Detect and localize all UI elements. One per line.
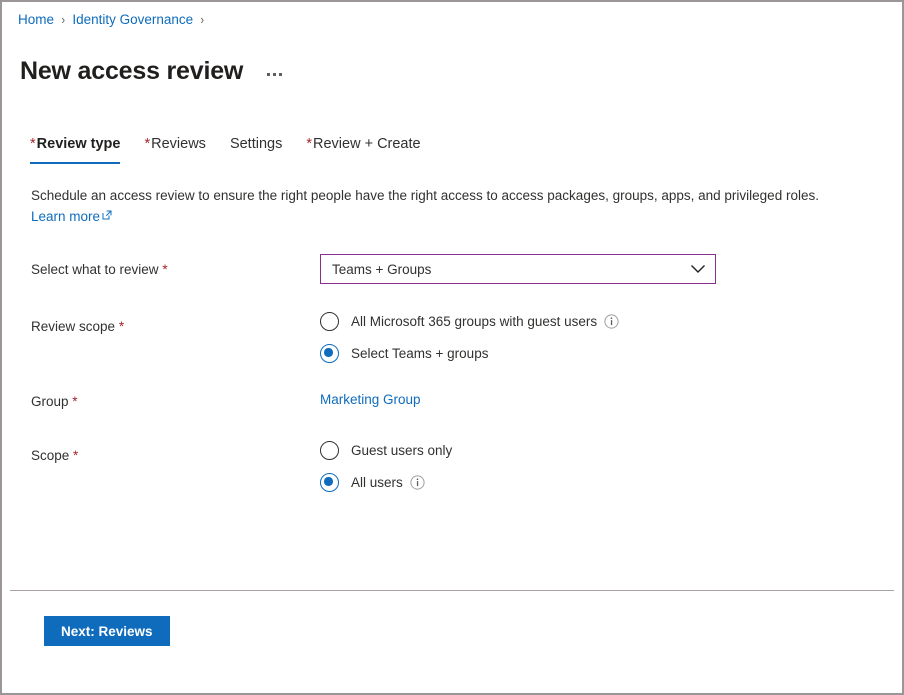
radio-label: All users — [351, 475, 403, 490]
description-block: Schedule an access review to ensure the … — [31, 185, 891, 227]
field-label: Group * — [31, 389, 320, 411]
dot — [273, 73, 276, 76]
breadcrumb: Home › Identity Governance › — [18, 11, 212, 29]
select-what-to-review-dropdown[interactable]: Teams + Groups — [320, 254, 716, 284]
title-row: New access review — [20, 40, 286, 103]
required-asterisk: * — [119, 319, 124, 334]
radio-all-users[interactable]: All users — [320, 473, 876, 492]
radio-select-teams-groups[interactable]: Select Teams + groups — [320, 344, 876, 363]
dot — [267, 73, 270, 76]
field-control: Guest users only All users — [320, 441, 876, 492]
field-scope: Scope * Guest users only All users — [31, 441, 876, 492]
review-type-form: Select what to review * Teams + Groups R… — [31, 257, 876, 492]
tab-label: Review + Create — [313, 136, 421, 152]
radio-indicator — [320, 312, 339, 331]
required-asterisk: * — [73, 448, 78, 463]
next-reviews-button[interactable]: Next: Reviews — [44, 616, 170, 646]
tab-label: Settings — [230, 136, 282, 152]
tab-review-create[interactable]: *Review + Create — [294, 136, 432, 164]
radio-guest-users-only[interactable]: Guest users only — [320, 441, 876, 460]
selected-value: Teams + Groups — [332, 262, 431, 277]
footer-divider — [10, 590, 894, 591]
required-asterisk: * — [306, 136, 312, 152]
wizard-tabs: *Review type *Reviews Settings *Review +… — [30, 136, 433, 164]
page-title: New access review — [20, 57, 243, 86]
selected-group-link[interactable]: Marketing Group — [320, 389, 421, 407]
radio-all-m365-groups-with-guest-users[interactable]: All Microsoft 365 groups with guest user… — [320, 312, 876, 331]
more-options-icon[interactable] — [263, 67, 286, 82]
info-icon[interactable] — [410, 475, 425, 490]
description-text: Schedule an access review to ensure the … — [31, 188, 819, 203]
field-select-what-to-review: Select what to review * Teams + Groups — [31, 257, 876, 284]
required-asterisk: * — [162, 262, 167, 277]
field-label: Scope * — [31, 441, 320, 465]
field-control: Marketing Group — [320, 389, 876, 409]
field-review-scope: Review scope * All Microsoft 365 groups … — [31, 312, 876, 363]
learn-more-link[interactable]: Learn more — [31, 206, 112, 227]
tab-review-type[interactable]: *Review type — [30, 136, 132, 164]
label-text: Scope — [31, 448, 69, 463]
required-asterisk: * — [72, 394, 77, 409]
radio-label: Select Teams + groups — [351, 346, 488, 361]
required-asterisk: * — [144, 136, 150, 152]
radio-label: Guest users only — [351, 443, 452, 458]
field-group: Group * Marketing Group — [31, 389, 876, 411]
tab-reviews[interactable]: *Reviews — [132, 136, 217, 164]
breadcrumb-item-identity-governance[interactable]: Identity Governance — [72, 11, 193, 29]
label-text: Review scope — [31, 319, 115, 334]
learn-more-label: Learn more — [31, 206, 100, 227]
tab-label: Reviews — [151, 136, 206, 152]
field-label: Review scope * — [31, 312, 320, 336]
field-control: Teams + Groups — [320, 257, 876, 284]
tab-label: Review type — [37, 136, 121, 152]
label-text: Select what to review — [31, 262, 159, 277]
breadcrumb-item-home[interactable]: Home — [18, 11, 54, 29]
tab-settings[interactable]: Settings — [218, 136, 294, 164]
label-text: Group — [31, 394, 69, 409]
radio-indicator — [320, 441, 339, 460]
required-asterisk: * — [30, 136, 36, 152]
info-icon[interactable] — [604, 314, 619, 329]
field-control: All Microsoft 365 groups with guest user… — [320, 312, 876, 363]
new-access-review-blade: Home › Identity Governance › New access … — [0, 0, 904, 695]
chevron-down-icon — [690, 262, 706, 277]
external-link-icon — [102, 205, 112, 226]
dot — [279, 73, 282, 76]
field-label: Select what to review * — [31, 257, 320, 279]
radio-indicator — [320, 344, 339, 363]
breadcrumb-chevron-icon: › — [201, 11, 205, 29]
radio-indicator — [320, 473, 339, 492]
breadcrumb-chevron-icon: › — [61, 11, 65, 29]
radio-label: All Microsoft 365 groups with guest user… — [351, 314, 597, 329]
